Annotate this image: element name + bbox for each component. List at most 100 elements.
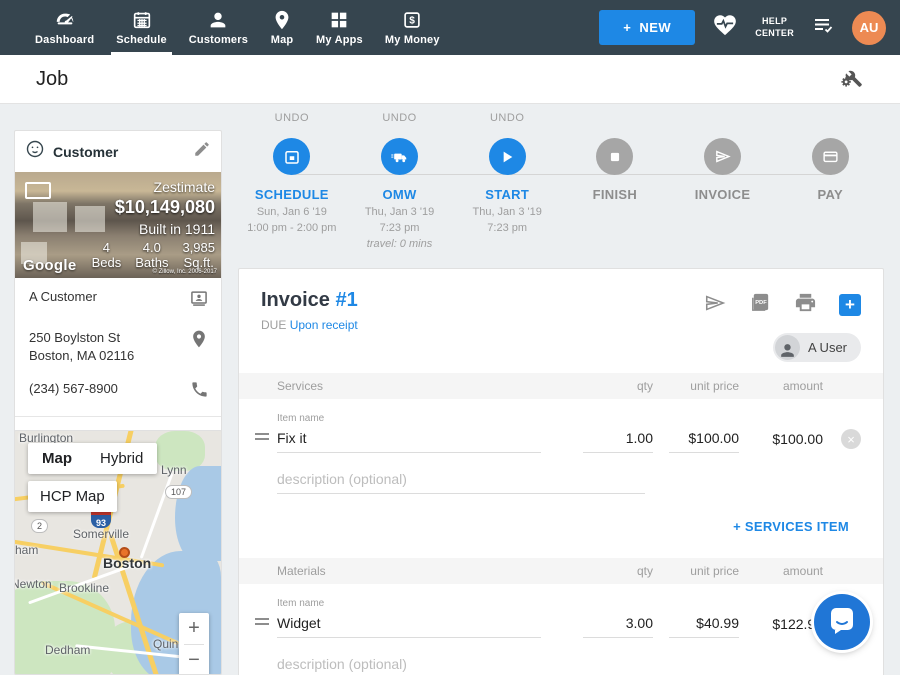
undo-omw-button[interactable]: UNDO: [346, 112, 454, 126]
map-pin-icon: [270, 9, 294, 34]
map-label-brookline: Brookline: [59, 581, 109, 595]
dashboard-gauge-icon: [53, 9, 77, 34]
map-label-somerville: Somerville: [73, 527, 129, 541]
edit-pencil-icon[interactable]: [193, 140, 211, 163]
pdf-icon[interactable]: PDF: [749, 291, 772, 319]
beds-fact: 4Beds: [92, 240, 122, 271]
material-description-input[interactable]: [277, 652, 645, 675]
drag-handle-icon[interactable]: [255, 430, 277, 453]
nav-label: My Apps: [316, 34, 363, 46]
add-services-item-link[interactable]: + SERVICES ITEM: [733, 519, 849, 534]
svg-text:$: $: [409, 16, 415, 27]
material-unit-price-input[interactable]: [669, 611, 739, 638]
assigned-user-chip[interactable]: A User: [773, 333, 861, 362]
step-start: UNDO START Thu, Jan 3 '197:23 pm: [453, 112, 561, 253]
person-icon: [206, 9, 230, 34]
service-description-input[interactable]: [277, 467, 645, 494]
nav-label: Dashboard: [35, 34, 94, 46]
credit-card-step-icon[interactable]: [812, 138, 849, 175]
invoice-number: #1: [335, 289, 357, 311]
drag-handle-icon[interactable]: [255, 615, 277, 638]
customer-phone-row: (234) 567-8900: [15, 370, 221, 416]
map-zoom-control: + −: [179, 613, 209, 675]
nav-item-dashboard[interactable]: Dashboard: [24, 0, 105, 55]
chat-bubble-button[interactable]: [814, 594, 870, 650]
service-unit-price-input[interactable]: [669, 426, 739, 453]
sqft-fact: 3,985Sq.ft.: [182, 240, 215, 271]
phone-icon[interactable]: [190, 380, 209, 404]
schedule-step-icon[interactable]: [273, 138, 310, 175]
step-schedule: UNDO SCHEDULE Sun, Jan 6 '191:00 pm - 2:…: [238, 112, 346, 253]
service-qty-input[interactable]: [583, 426, 653, 453]
customer-address-row: 250 Boylston St Boston, MA 02116: [15, 319, 221, 370]
invoice-card: Invoice #1 DUE Upon receipt PDF +: [238, 268, 884, 675]
property-photo: Zestimate $10,149,080 Built in 1911 4Bed…: [15, 172, 221, 278]
nav-item-customers[interactable]: Customers: [178, 0, 259, 55]
map-label-ham: ham: [15, 543, 38, 557]
material-amount: $122.97: [739, 616, 823, 638]
print-icon[interactable]: [794, 291, 817, 319]
zoom-out-button[interactable]: −: [179, 645, 209, 675]
svg-text:PDF: PDF: [755, 300, 767, 306]
top-navigation: Dashboard Schedule Customers Map My Apps…: [0, 0, 900, 55]
map-label-lynn: Lynn: [161, 463, 187, 477]
zillow-copyright: © Zillow, Inc. 2006-2017: [153, 269, 217, 275]
undo-schedule-button[interactable]: UNDO: [238, 112, 346, 126]
delete-service-item-button[interactable]: ×: [841, 429, 861, 449]
new-button[interactable]: + NEW: [599, 10, 695, 45]
calendar-icon: [130, 9, 154, 34]
customer-card-title: Customer: [53, 144, 185, 160]
map-type-hybrid-button[interactable]: Hybrid: [86, 443, 157, 474]
user-silhouette-icon: [775, 335, 800, 360]
services-section-header: Services qty unit price amount: [239, 373, 883, 399]
nav-label: Map: [271, 34, 294, 46]
zestimate-label: Zestimate: [92, 178, 215, 196]
add-invoice-button[interactable]: +: [839, 294, 861, 316]
street-view-icon[interactable]: [25, 182, 51, 199]
step-finish: FINISH: [561, 112, 669, 253]
due-terms-link[interactable]: Upon receipt: [290, 318, 358, 332]
i93-shield: 93: [91, 511, 111, 528]
mini-map[interactable]: Burlington Lynn 107 2 93 Somerville ham …: [14, 430, 222, 675]
nav-item-my-money[interactable]: $ My Money: [374, 0, 451, 55]
health-heart-icon[interactable]: [711, 12, 739, 43]
map-type-map-button[interactable]: Map: [28, 443, 86, 474]
list-check-icon[interactable]: [810, 13, 836, 42]
undo-start-button[interactable]: UNDO: [453, 112, 561, 126]
invoice-due: DUE Upon receipt: [261, 318, 861, 332]
assigned-user-name: A User: [808, 340, 847, 355]
zoom-in-button[interactable]: +: [179, 613, 209, 644]
customer-card: Customer Zestimate $10,149,080 Built in …: [14, 130, 222, 464]
play-step-icon[interactable]: [489, 138, 526, 175]
material-qty-input[interactable]: [583, 611, 653, 638]
service-item-name-input[interactable]: [277, 426, 541, 453]
map-label-newton: Newton: [14, 577, 52, 591]
help-center-link[interactable]: HELP CENTER: [755, 16, 794, 39]
material-item-name-input[interactable]: [277, 611, 541, 638]
contact-card-icon[interactable]: [189, 288, 209, 313]
nav-item-map[interactable]: Map: [259, 0, 305, 55]
location-pin-icon[interactable]: [189, 329, 209, 354]
customer-phone: (234) 567-8900: [29, 380, 182, 398]
send-step-icon[interactable]: [704, 138, 741, 175]
map-label-dedham: Dedham: [45, 643, 90, 657]
baths-fact: 4.0Baths: [135, 240, 168, 271]
page-header: Job: [0, 55, 900, 104]
job-settings-wrench-icon[interactable]: [838, 64, 864, 95]
truck-step-icon[interactable]: [381, 138, 418, 175]
send-invoice-icon[interactable]: [703, 292, 727, 319]
user-avatar[interactable]: AU: [852, 11, 886, 45]
customer-address: 250 Boylston St Boston, MA 02116: [29, 329, 181, 364]
dollar-icon: $: [400, 9, 424, 34]
nav-right-group: + NEW HELP CENTER AU: [599, 10, 886, 45]
chat-smile-icon: [828, 605, 856, 640]
stop-step-icon[interactable]: [596, 138, 633, 175]
material-line-item: Item name $122.97: [239, 584, 883, 675]
google-watermark: Google: [23, 257, 76, 274]
nav-item-schedule[interactable]: Schedule: [105, 0, 178, 55]
hcp-map-button[interactable]: HCP Map: [28, 481, 117, 512]
route-2-shield: 2: [31, 519, 48, 533]
apps-grid-icon: [327, 9, 351, 34]
route-107-shield: 107: [165, 485, 192, 499]
nav-item-my-apps[interactable]: My Apps: [305, 0, 374, 55]
